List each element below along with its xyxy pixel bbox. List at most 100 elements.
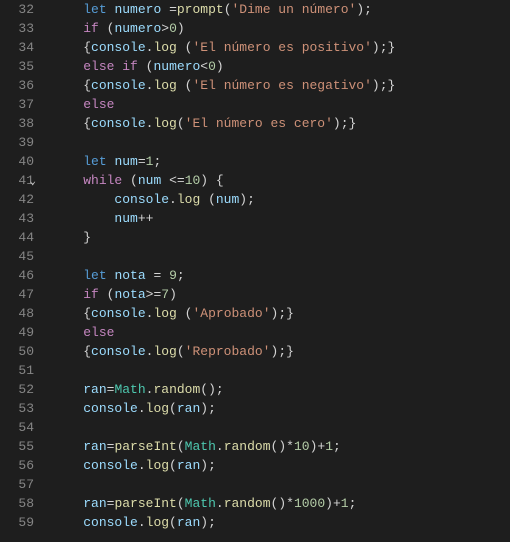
line-number: 46 xyxy=(4,266,34,285)
code-token: random xyxy=(153,382,200,397)
code-token: ( xyxy=(169,515,177,530)
code-token: <= xyxy=(169,173,185,188)
code-line[interactable]: console.log(ran); xyxy=(52,399,510,418)
code-line[interactable]: console.log(ran); xyxy=(52,513,510,532)
code-token xyxy=(52,344,83,359)
code-line[interactable]: {console.log('Reprobado');} xyxy=(52,342,510,361)
code-line[interactable]: let num=1; xyxy=(52,152,510,171)
code-token: 'Aprobado' xyxy=(192,306,270,321)
code-token: 1 xyxy=(341,496,349,511)
code-line[interactable]: else if (numero<0) xyxy=(52,57,510,76)
line-number: 51 xyxy=(4,361,34,380)
code-line[interactable]: num++ xyxy=(52,209,510,228)
code-line[interactable] xyxy=(52,361,510,380)
code-token xyxy=(52,401,83,416)
code-token xyxy=(52,21,83,36)
code-line[interactable]: if (numero>0) xyxy=(52,19,510,38)
code-line[interactable]: while (num <=10) { xyxy=(52,171,510,190)
code-token: console xyxy=(91,116,146,131)
code-token: ran xyxy=(177,458,200,473)
code-token: { xyxy=(83,306,91,321)
code-token: random xyxy=(224,439,271,454)
code-line[interactable]: else xyxy=(52,323,510,342)
code-token xyxy=(138,59,146,74)
code-line[interactable]: } xyxy=(52,228,510,247)
code-line[interactable]: ran=parseInt(Math.random()*10)+1; xyxy=(52,437,510,456)
code-line[interactable]: if (nota>=7) xyxy=(52,285,510,304)
code-token: ( xyxy=(200,382,208,397)
line-number: 55 xyxy=(4,437,34,456)
code-token: . xyxy=(138,401,146,416)
code-token: < xyxy=(200,59,208,74)
code-token: Math xyxy=(185,439,216,454)
line-number: 39 xyxy=(4,133,34,152)
code-line[interactable] xyxy=(52,133,510,152)
code-token: console xyxy=(91,40,146,55)
code-token xyxy=(99,21,107,36)
code-token: ; xyxy=(278,344,286,359)
code-token xyxy=(99,287,107,302)
code-token: ) xyxy=(200,515,208,530)
code-token: if xyxy=(122,59,138,74)
code-token: ( xyxy=(169,458,177,473)
code-token: ran xyxy=(177,515,200,530)
code-line[interactable] xyxy=(52,418,510,437)
line-number: 40 xyxy=(4,152,34,171)
code-token xyxy=(200,192,208,207)
code-token: console xyxy=(91,344,146,359)
code-token: 0 xyxy=(169,21,177,36)
code-token: ; xyxy=(349,496,357,511)
code-line[interactable]: {console.log ('Aprobado');} xyxy=(52,304,510,323)
line-number: 36 xyxy=(4,76,34,95)
code-token xyxy=(52,515,83,530)
code-token: ( xyxy=(208,192,216,207)
code-line[interactable]: {console.log ('El número es positivo');} xyxy=(52,38,510,57)
line-number: 43 xyxy=(4,209,34,228)
code-line[interactable]: {console.log ('El número es negativo');} xyxy=(52,76,510,95)
code-line[interactable] xyxy=(52,475,510,494)
code-token: ) xyxy=(200,173,208,188)
code-token: ( xyxy=(177,439,185,454)
code-token: 1 xyxy=(325,439,333,454)
code-token: ) xyxy=(239,192,247,207)
code-line[interactable]: let nota = 9; xyxy=(52,266,510,285)
code-token: { xyxy=(83,116,91,131)
code-token: { xyxy=(83,78,91,93)
code-token: log xyxy=(153,78,176,93)
code-editor[interactable]: 32333435363738394041⌄4243444546474849505… xyxy=(0,0,510,542)
code-token: ( xyxy=(177,344,185,359)
code-token: ; xyxy=(208,401,216,416)
code-token: random xyxy=(224,496,271,511)
code-token: ( xyxy=(177,496,185,511)
code-line[interactable]: ran=parseInt(Math.random()*1000)+1; xyxy=(52,494,510,513)
code-token xyxy=(161,2,169,17)
line-number: 42 xyxy=(4,190,34,209)
code-token: ; xyxy=(216,382,224,397)
code-token: } xyxy=(388,78,396,93)
code-token xyxy=(177,40,185,55)
code-token: console xyxy=(91,306,146,321)
code-token: ; xyxy=(208,515,216,530)
code-token: { xyxy=(216,173,224,188)
code-token: 'El número es cero' xyxy=(185,116,333,131)
code-token: + xyxy=(333,496,341,511)
code-line[interactable]: let numero =prompt('Dime un número'); xyxy=(52,0,510,19)
code-line[interactable] xyxy=(52,247,510,266)
code-line[interactable]: {console.log('El número es cero');} xyxy=(52,114,510,133)
code-token: log xyxy=(153,306,176,321)
line-number: 54 xyxy=(4,418,34,437)
code-token xyxy=(52,211,114,226)
code-line[interactable]: console.log (num); xyxy=(52,190,510,209)
code-token: ( xyxy=(177,116,185,131)
code-content[interactable]: let numero =prompt('Dime un número'); if… xyxy=(48,0,510,542)
code-token: num xyxy=(216,192,239,207)
code-token: 'El número es positivo' xyxy=(192,40,371,55)
code-token: console xyxy=(83,458,138,473)
code-line[interactable]: else xyxy=(52,95,510,114)
code-line[interactable]: console.log(ran); xyxy=(52,456,510,475)
code-token: else xyxy=(83,59,114,74)
line-number: 52 xyxy=(4,380,34,399)
code-token: ) xyxy=(325,496,333,511)
code-token: console xyxy=(114,192,169,207)
code-line[interactable]: ran=Math.random(); xyxy=(52,380,510,399)
